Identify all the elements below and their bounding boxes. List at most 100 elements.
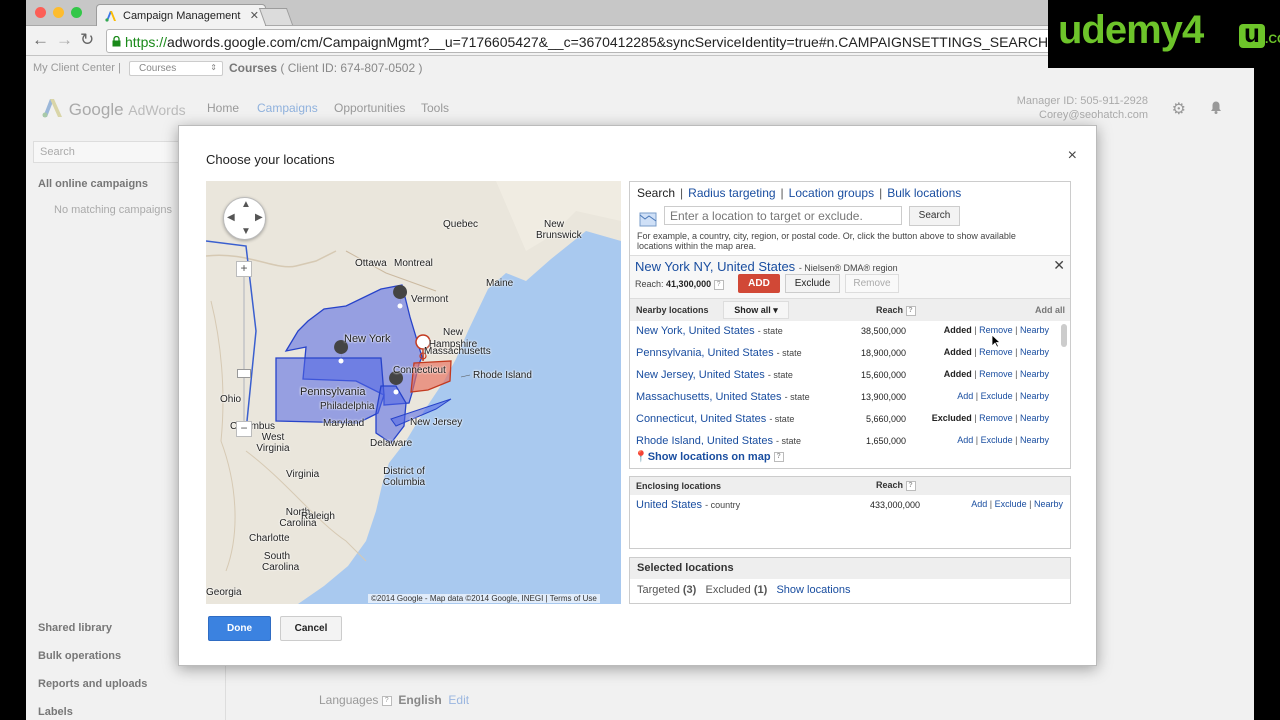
add-all-link[interactable]: Add all	[1035, 305, 1065, 315]
close-icon[interactable]: ×	[1068, 147, 1077, 165]
exclude-link[interactable]: Exclude	[981, 435, 1013, 445]
exclude-link[interactable]: Exclude	[995, 499, 1027, 509]
excluded-count: (1)	[753, 584, 768, 596]
nav-campaigns[interactable]: Campaigns	[257, 101, 318, 115]
help-icon[interactable]: ?	[905, 305, 916, 316]
add-link[interactable]: Add	[957, 435, 973, 445]
reach-label: Reach:	[635, 279, 664, 289]
reload-icon[interactable]: ↻	[80, 31, 94, 49]
account-info[interactable]: Manager ID: 505-911-2928 Corey@seohatch.c…	[1017, 94, 1148, 122]
help-icon[interactable]: ?	[381, 695, 392, 706]
sidebar-item-reports[interactable]: Reports and uploads	[38, 678, 147, 690]
location-map[interactable]: Quebec New Brunswick Ottawa Montreal Ver…	[206, 181, 621, 604]
nearby-link[interactable]: Nearby	[1034, 499, 1063, 509]
zoom-out-button[interactable]: −	[236, 421, 252, 437]
location-link[interactable]: Connecticut, United States	[636, 413, 766, 425]
zoom-in-button[interactable]: +	[236, 261, 252, 277]
pan-up-icon[interactable]: ▲	[241, 199, 251, 210]
pan-left-icon[interactable]: ◀	[227, 212, 235, 223]
forward-arrow-icon[interactable]: →	[56, 31, 73, 49]
zoom-window-button[interactable]	[71, 7, 82, 18]
nearby-link[interactable]: Nearby	[1020, 435, 1049, 445]
done-button[interactable]: Done	[208, 616, 271, 641]
remove-link[interactable]: Remove	[979, 347, 1013, 357]
nav-tools[interactable]: Tools	[421, 101, 449, 115]
tab-search[interactable]: Search	[637, 186, 675, 200]
nearby-link[interactable]: Nearby	[1020, 369, 1049, 379]
location-link[interactable]: Pennsylvania, United States	[636, 347, 774, 359]
add-link[interactable]: Add	[971, 499, 987, 509]
nav-opportunities[interactable]: Opportunities	[334, 101, 405, 115]
remove-link[interactable]: Remove	[979, 413, 1013, 423]
add-location-button[interactable]: ADD	[738, 274, 780, 293]
my-client-center-link[interactable]: My Client Center |	[33, 62, 121, 74]
exclude-link[interactable]: Exclude	[981, 391, 1013, 401]
cancel-button[interactable]: Cancel	[280, 616, 342, 641]
search-button[interactable]: Search	[909, 206, 960, 226]
location-reach: 18,900,000	[860, 348, 906, 358]
sidebar-item-labels[interactable]: Labels	[38, 706, 73, 718]
campaign-search-input[interactable]: Search	[33, 141, 183, 163]
show-locations-link[interactable]: Show locations	[776, 584, 850, 596]
zoom-slider-handle[interactable]	[237, 369, 251, 378]
selected-location-link[interactable]: New York NY, United States	[635, 259, 795, 274]
manager-id: Manager ID: 505-911-2928	[1016, 95, 1148, 107]
new-tab-button[interactable]	[258, 8, 294, 25]
separator: |	[117, 62, 121, 74]
tab-bulk-locations[interactable]: Bulk locations	[887, 186, 961, 200]
gear-icon[interactable]: ⚙	[1172, 99, 1186, 119]
map-label: Quebec	[443, 219, 479, 230]
exclude-location-button[interactable]: Exclude	[785, 274, 840, 293]
nearby-header: Nearby locations Show all ▾ Reach ? Add …	[630, 298, 1070, 321]
account-select-value: Courses	[139, 63, 177, 74]
map-label: Raleigh	[301, 511, 335, 522]
list-scrollbar[interactable]	[1061, 324, 1067, 347]
show-on-map-link[interactable]: Show locations on map	[648, 451, 771, 463]
remove-location-button[interactable]: Remove	[845, 274, 899, 293]
sidebar-item-bulk-operations[interactable]: Bulk operations	[38, 650, 121, 662]
nearby-link[interactable]: Nearby	[1020, 391, 1049, 401]
pan-right-icon[interactable]: ▶	[255, 212, 263, 223]
sidebar-item-shared-library[interactable]: Shared library	[38, 622, 112, 634]
location-search-input[interactable]: Enter a location to target or exclude.	[664, 206, 902, 225]
help-icon[interactable]: ?	[905, 480, 916, 491]
browser-tab[interactable]: Campaign Management ✕	[96, 4, 266, 26]
add-link[interactable]: Add	[957, 391, 973, 401]
select-arrows-icon: ⇕	[210, 63, 217, 72]
remove-link[interactable]: Remove	[979, 369, 1013, 379]
help-icon[interactable]: ?	[713, 279, 724, 290]
watermark-brand: udemy	[1058, 8, 1183, 52]
back-arrow-icon[interactable]: ←	[32, 31, 49, 49]
show-all-dropdown[interactable]: Show all ▾	[723, 301, 789, 319]
map-search-icon[interactable]	[639, 210, 657, 228]
location-type: - state	[776, 348, 802, 358]
account-select[interactable]: Courses ⇕	[129, 61, 223, 76]
close-tab-icon[interactable]: ✕	[250, 9, 259, 22]
languages-edit-link[interactable]: Edit	[448, 693, 469, 707]
close-window-button[interactable]	[35, 7, 46, 18]
tab-location-groups[interactable]: Location groups	[789, 186, 874, 200]
close-result-icon[interactable]: ✕	[1053, 257, 1065, 274]
bell-icon[interactable]	[1208, 99, 1224, 120]
location-link[interactable]: Rhode Island, United States	[636, 435, 773, 445]
adwords-logo[interactable]: Google AdWords	[42, 98, 186, 120]
nearby-link[interactable]: Nearby	[1020, 413, 1049, 423]
location-link[interactable]: United States	[636, 499, 702, 511]
nearby-link[interactable]: Nearby	[1020, 325, 1049, 335]
nav-home[interactable]: Home	[207, 101, 239, 115]
location-link[interactable]: New York, United States	[636, 325, 755, 337]
all-campaigns-link[interactable]: All online campaigns	[38, 178, 148, 190]
show-all-label: Show all	[734, 305, 771, 315]
minimize-window-button[interactable]	[53, 7, 64, 18]
enclosing-locations-panel: Enclosing locations Reach ? United State…	[629, 476, 1071, 549]
tab-radius-targeting[interactable]: Radius targeting	[688, 186, 775, 200]
lock-icon	[112, 36, 121, 47]
map-pan-control[interactable]: ▲ ▼ ◀ ▶	[223, 197, 266, 240]
pan-down-icon[interactable]: ▼	[241, 226, 251, 237]
location-link[interactable]: New Jersey, United States	[636, 369, 765, 381]
location-link[interactable]: Massachusetts, United States	[636, 391, 782, 403]
map-label: West Virginia	[256, 432, 290, 454]
map-terms-link[interactable]: Terms of Use	[550, 594, 597, 603]
help-icon[interactable]: ?	[773, 452, 784, 463]
nearby-link[interactable]: Nearby	[1020, 347, 1049, 357]
